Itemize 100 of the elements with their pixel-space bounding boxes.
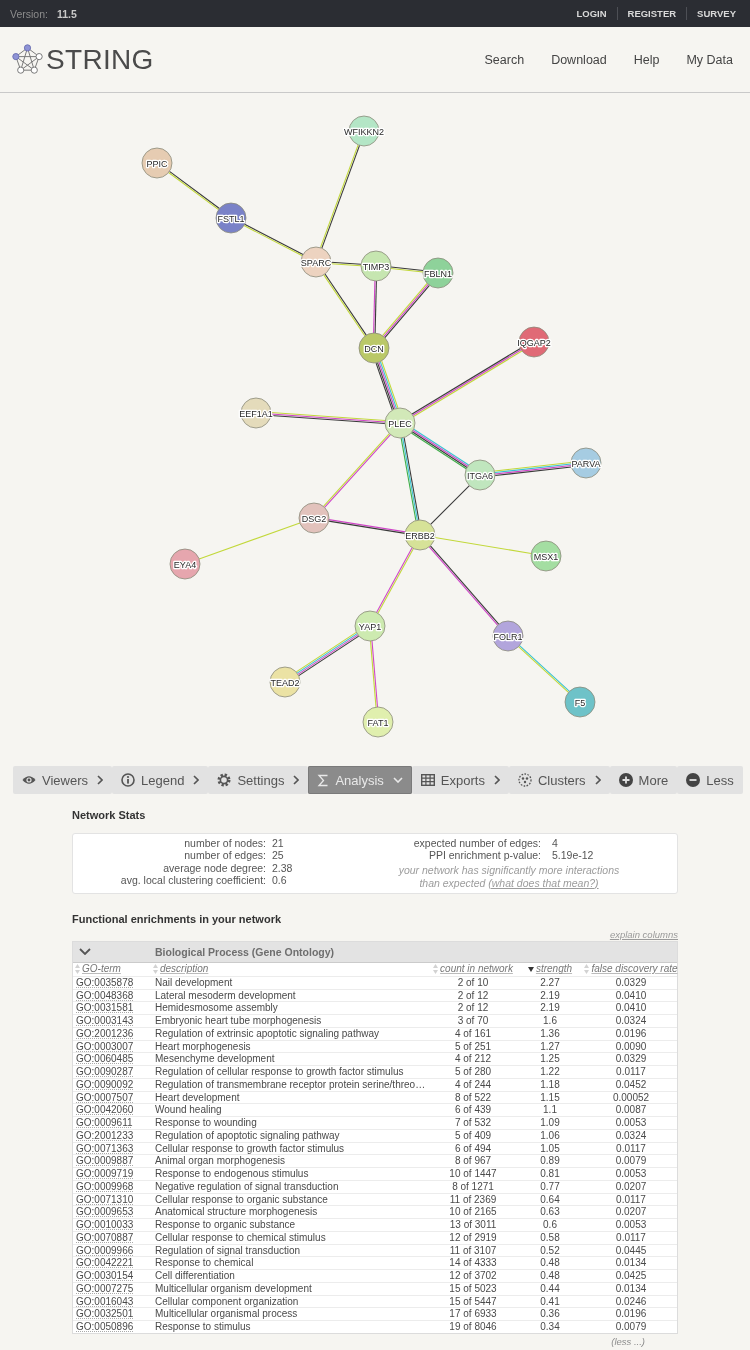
table-cell-text: 1.18 [539,1078,561,1091]
protein-node[interactable] [360,250,392,282]
strength-header[interactable]: strength [527,963,573,976]
go-term-link[interactable]: GO:0016043 [73,1295,153,1308]
go-term-link[interactable]: GO:0003007 [73,1040,153,1053]
table-cell-text: 0.0117 [615,1066,647,1078]
go-term-link[interactable]: GO:0009719 [73,1168,153,1180]
table-cell-text: Multicellular organismal process [154,1308,299,1321]
table-cell-text: Cellular response to growth factor stimulus [154,1142,345,1155]
exports-button[interactable]: Exports [411,766,509,794]
logo-icon[interactable] [12,44,43,75]
go-term-link[interactable]: GO:0090092 [73,1078,153,1091]
protein-node[interactable] [300,246,332,278]
go-term-link[interactable]: GO:0050896 [73,1321,153,1333]
count-header[interactable]: count in network [433,963,513,976]
table-cell-text: 0.0196 [614,1027,648,1040]
table-cell-text: Regulation of transmembrane receptor protein serine/threo… [154,1078,427,1091]
go-term-link[interactable]: GO:0032501 [73,1308,153,1321]
node-label: FSTL1 [217,213,245,224]
eye-icon [22,775,36,785]
go-term-link[interactable]: GO:0009653 [73,1206,153,1219]
node-label: FOLR1 [493,631,523,642]
go-term-link[interactable]: GO:2001236 [73,1027,153,1040]
go-term-link[interactable]: GO:0007275 [73,1282,153,1295]
go-term-link[interactable]: GO:0010033 [73,1219,153,1231]
protein-node[interactable] [492,620,524,652]
stat-label: number of edges: [183,849,266,862]
protein-node[interactable] [358,332,390,364]
protein-node[interactable] [404,519,436,551]
go-term-link[interactable]: GO:0003143 [73,1015,153,1027]
login-link[interactable]: LOGIN [566,8,607,19]
table-cell-text: Mesenchyme development [154,1053,276,1066]
download-link[interactable]: Download [551,52,607,67]
protein-node[interactable] [422,257,454,289]
my-data-link[interactable]: My Data [686,52,733,67]
go-term-link[interactable]: GO:0030154 [73,1270,153,1282]
register-link[interactable]: REGISTER [616,7,677,20]
protein-node[interactable] [215,202,247,234]
go-term-link[interactable]: GO:0007507 [73,1091,153,1104]
interaction-edge [430,485,470,525]
table-cell-text: 1.22 [539,1066,561,1078]
chevron-icon[interactable] [79,948,91,956]
table-cell-text: 0.34 [539,1321,561,1333]
node-label: DSG2 [301,513,327,524]
interaction-edge [390,266,424,273]
go-term-link[interactable]: GO:0009968 [73,1180,153,1193]
table-cell-text: 14 of 4333 [448,1257,498,1270]
go-term-link[interactable]: GO:0042221 [73,1257,153,1270]
protein-node[interactable] [354,610,386,642]
go-term-link[interactable]: GO:0031581 [73,1002,153,1015]
go-term-header[interactable]: GO-term [75,963,121,976]
table-cell-text: 0.77 [539,1180,561,1193]
help-link[interactable]: Help [633,52,660,67]
protein-node[interactable] [564,686,596,718]
logo-wordmark[interactable]: STRING [46,43,154,76]
stat-value: 25 [272,849,285,862]
go-term-link[interactable]: GO:0009966 [73,1244,153,1257]
clusters-button[interactable]: Clusters [508,766,610,794]
table-cell-text: Response to endogenous stimulus [154,1168,310,1180]
description-header[interactable]: description [153,963,209,976]
viewers-button[interactable]: Viewers [13,766,112,794]
protein-node[interactable] [384,407,416,439]
fdr-header[interactable]: false discovery rate [584,963,678,976]
protein-node[interactable] [141,147,173,179]
protein-node[interactable] [269,666,301,698]
more-button[interactable]: More [609,766,678,794]
go-term-link[interactable]: GO:0090287 [73,1066,153,1078]
protein-node[interactable] [570,447,602,479]
node-label: TIMP3 [362,261,390,272]
table-cell-text: 0.00052 [611,1091,651,1104]
go-term-link[interactable]: GO:0035878 [73,976,153,989]
go-term-link[interactable]: GO:0009887 [73,1155,153,1168]
table-cell-text: 1.06 [539,1129,561,1142]
table-cell-text: Cellular component organization [154,1295,300,1308]
go-term-link[interactable]: GO:0071363 [73,1142,153,1155]
protein-node[interactable] [240,397,272,429]
go-term-link[interactable]: GO:0070887 [73,1231,153,1244]
interaction-edge [373,280,377,334]
protein-node[interactable] [464,459,496,491]
go-term-link[interactable]: GO:0009611 [73,1117,153,1129]
node-label: PLEC [388,418,412,429]
protein-node[interactable] [362,706,394,738]
protein-node[interactable] [298,502,330,534]
protein-node[interactable] [169,548,201,580]
legend-button[interactable]: Legend [112,766,209,794]
stat-value: 5.19e-12 [552,849,595,862]
settings-button[interactable]: Settings [208,766,309,794]
go-term-link[interactable]: GO:0048368 [73,989,153,1002]
go-term-link[interactable]: GO:0060485 [73,1053,153,1066]
table-cell-text: 1.25 [539,1053,561,1066]
table-cell-text: 0.52 [539,1244,561,1257]
table-cell-text: 0.0410 [614,1002,648,1015]
go-term-link[interactable]: GO:0071310 [73,1193,153,1206]
less-button[interactable]: Less [677,766,743,794]
go-term-link[interactable]: GO:2001233 [73,1129,153,1142]
go-term-link[interactable]: GO:0042060 [73,1104,153,1117]
survey-link[interactable]: SURVEY [686,7,736,20]
protein-node[interactable] [530,540,562,572]
table-cell-text: 0.0410 [614,989,648,1002]
search-link[interactable]: Search [484,52,525,67]
